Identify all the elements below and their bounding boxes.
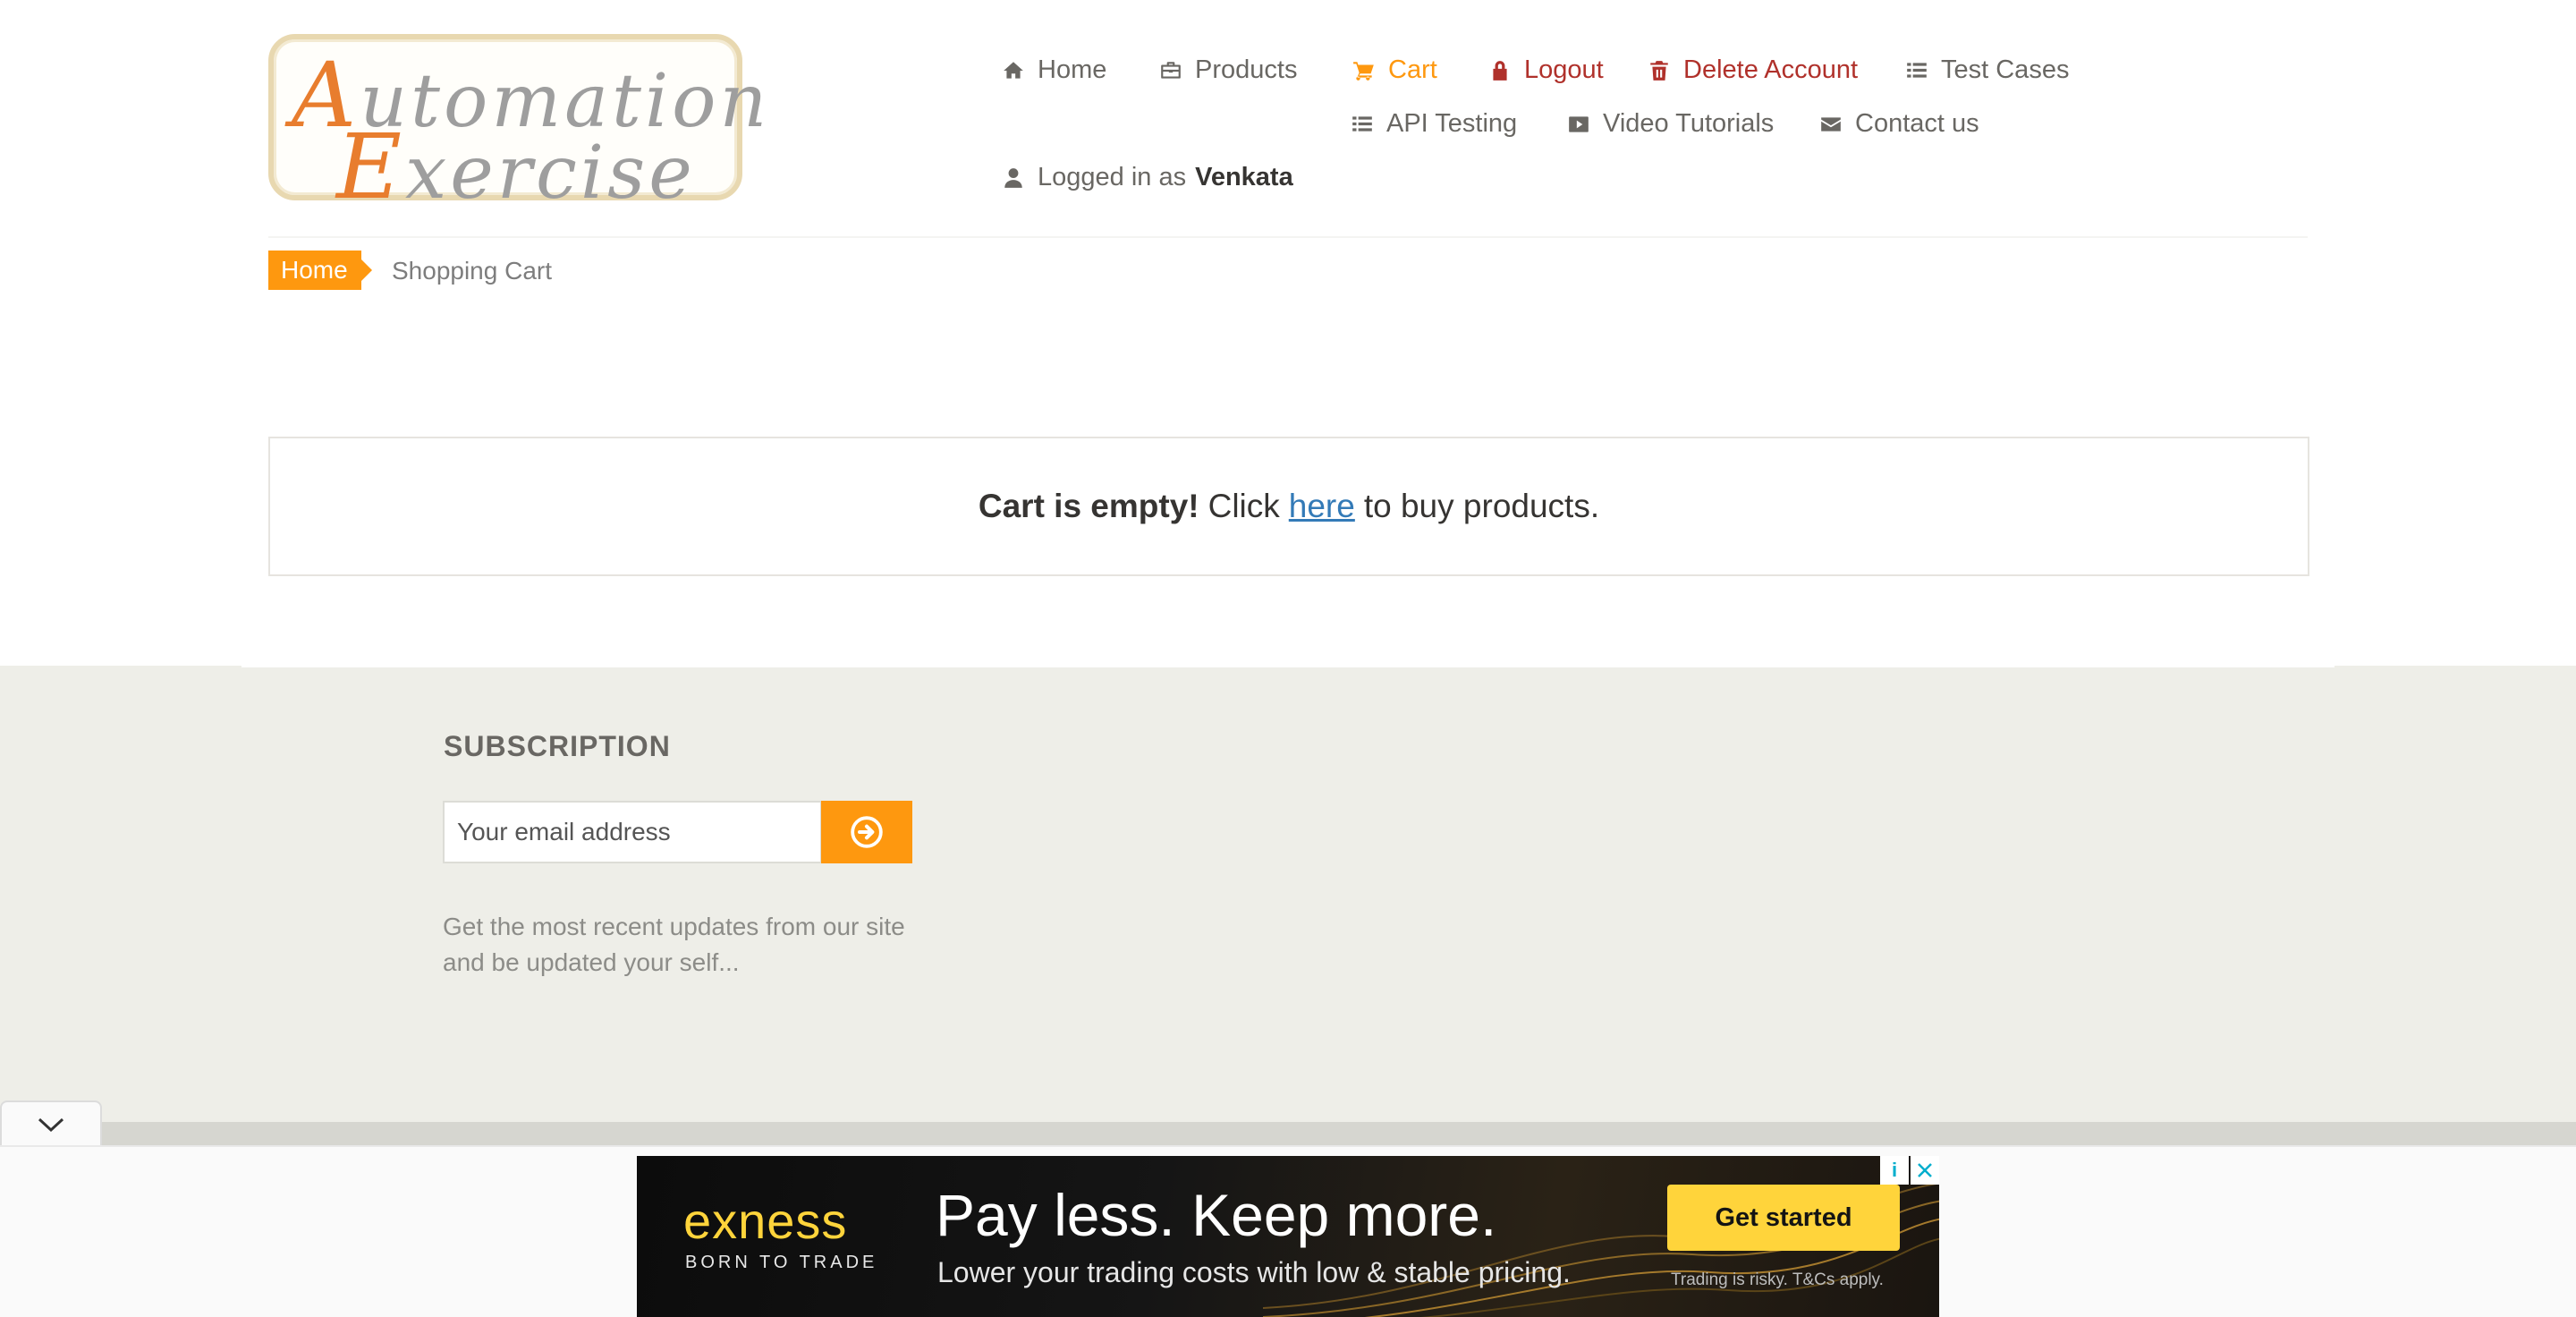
close-icon	[1918, 1163, 1932, 1177]
ad-brand-logo: exness	[683, 1193, 848, 1249]
nav-delete-account-label: Delete Account	[1683, 55, 1859, 84]
logged-in-status: Logged in as Venkata	[1002, 163, 1293, 192]
list-icon	[1352, 115, 1372, 132]
nav-test-cases[interactable]: Test Cases	[1905, 55, 2069, 85]
user-icon	[1004, 167, 1022, 188]
nav-products[interactable]: Products	[1159, 55, 1297, 85]
nav-logout[interactable]: Logout	[1488, 55, 1604, 85]
subscribe-email-input[interactable]	[443, 801, 822, 863]
header-divider	[268, 236, 2308, 238]
list-icon	[1907, 62, 1927, 78]
chevron-down-icon	[38, 1117, 64, 1133]
home-icon	[1004, 61, 1023, 79]
trash-icon	[1650, 60, 1668, 81]
ad-subline: Lower your trading costs with low & stab…	[937, 1256, 1571, 1288]
ad-close-icon[interactable]	[1911, 1156, 1939, 1185]
nav-contact-us[interactable]: Contact us	[1819, 109, 1979, 139]
youtube-play-icon	[1569, 115, 1589, 132]
cart-suffix-text: to buy products.	[1363, 488, 1600, 524]
nav-delete-account[interactable]: Delete Account	[1648, 55, 1858, 85]
nav-logout-label: Logout	[1524, 55, 1604, 84]
ad-info-icon[interactable]: i	[1880, 1156, 1909, 1185]
envelope-icon	[1821, 116, 1841, 132]
ad-anchor-band	[0, 1122, 2576, 1145]
shopping-cart-icon	[1353, 61, 1374, 81]
subscription-title: SUBSCRIPTION	[444, 730, 671, 762]
footer-widget	[0, 666, 2576, 1122]
nav-products-label: Products	[1195, 55, 1298, 84]
nav-home[interactable]: Home	[1002, 55, 1106, 85]
nav-contact-us-label: Contact us	[1855, 109, 1979, 138]
ad-headline: Pay less. Keep more.	[936, 1182, 1497, 1248]
ad-get-started-button[interactable]: Get started	[1667, 1185, 1900, 1251]
footer-divider	[242, 666, 2334, 667]
breadcrumb-current: Shopping Cart	[392, 257, 553, 285]
cart-empty-heading: Cart is empty!	[978, 488, 1199, 524]
nav-video-tutorials[interactable]: Video Tutorials	[1567, 109, 1774, 139]
advertisement-banner[interactable]: exness BORN TO TRADE Pay less. Keep more…	[637, 1156, 1939, 1317]
arrow-circle-right-icon	[851, 816, 883, 848]
empty-cart-message: Cart is empty! Click here to buy product…	[268, 437, 2309, 576]
briefcase-icon	[1161, 61, 1181, 79]
nav-api-testing-label: API Testing	[1386, 109, 1518, 138]
logged-in-prefix: Logged in as	[1038, 163, 1187, 191]
ad-collapse-toggle[interactable]	[0, 1100, 102, 1147]
logo-text-line2: Exercise	[336, 115, 696, 219]
cart-click-text: Click	[1208, 488, 1280, 524]
subscribe-button[interactable]	[821, 801, 912, 863]
site-logo[interactable]: Automation Exercise	[268, 34, 767, 219]
nav-api-testing[interactable]: API Testing	[1351, 109, 1517, 139]
ad-disclaimer: Trading is risky. T&Cs apply.	[1671, 1270, 1884, 1289]
lock-icon	[1493, 60, 1507, 81]
ad-brand-tagline: BORN TO TRADE	[685, 1253, 878, 1272]
breadcrumb-home[interactable]: Home	[268, 251, 372, 290]
nav-home-label: Home	[1038, 55, 1107, 84]
nav-cart[interactable]: Cart	[1352, 55, 1437, 85]
nav-cart-label: Cart	[1388, 55, 1437, 84]
nav-video-tutorials-label: Video Tutorials	[1603, 109, 1775, 138]
logged-in-username: Venkata	[1195, 163, 1293, 191]
subscription-description: Get the most recent updates from our sit…	[443, 913, 905, 976]
nav-test-cases-label: Test Cases	[1941, 55, 2070, 84]
buy-products-link[interactable]: here	[1289, 488, 1355, 525]
